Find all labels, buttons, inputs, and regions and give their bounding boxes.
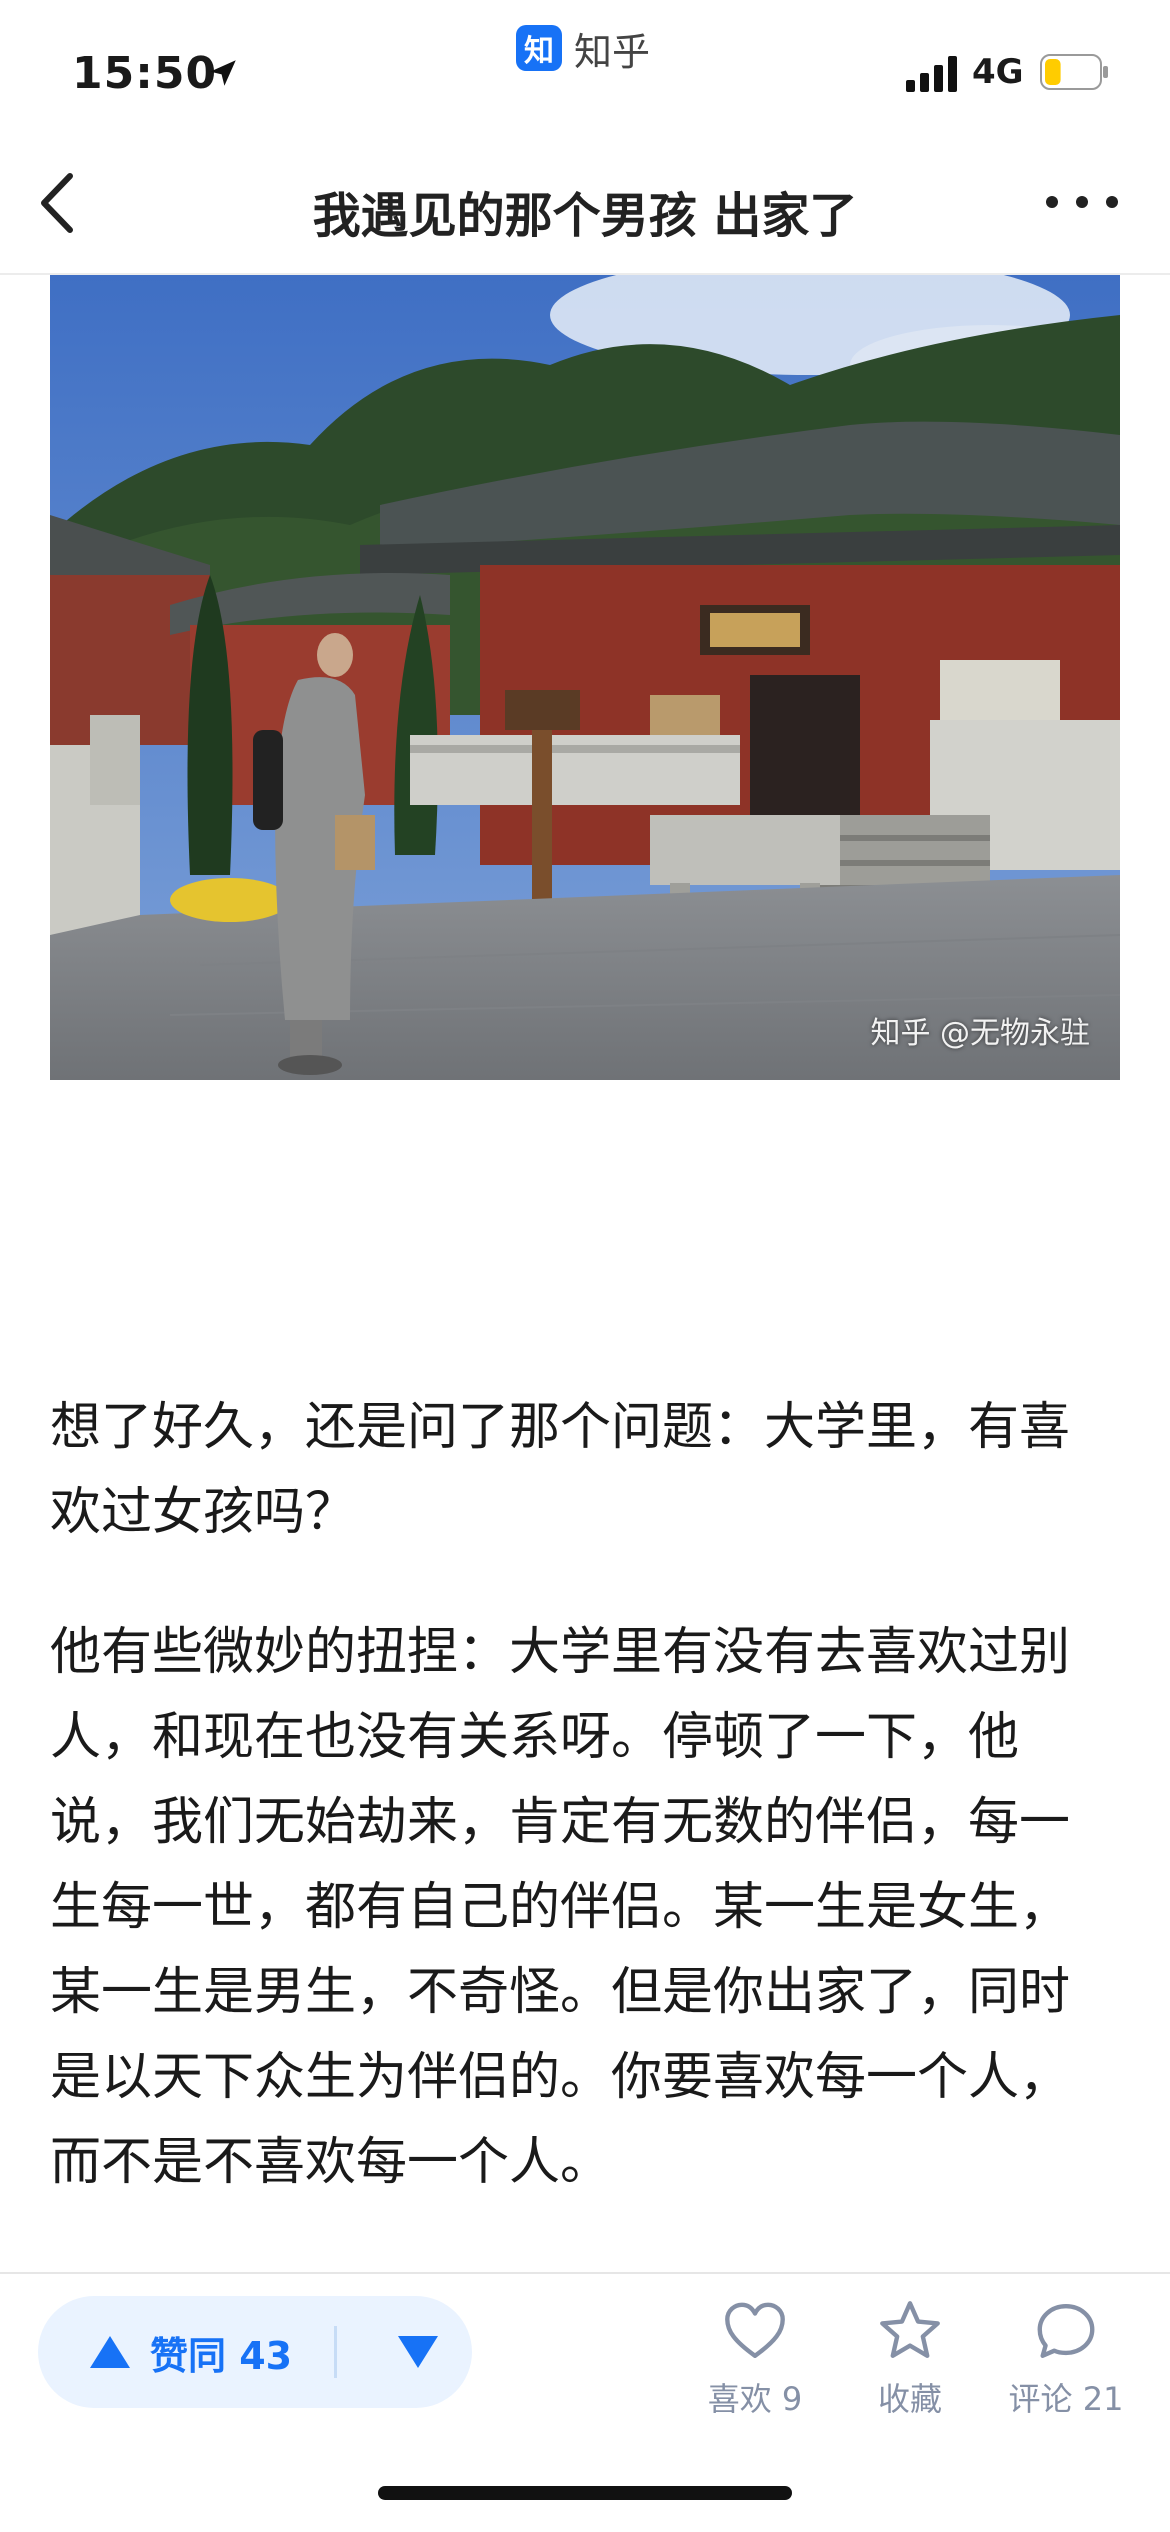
nav-bar: 我遇见的那个男孩 出家了 (0, 130, 1170, 275)
article-paragraph: 他有些微妙的扭捏：大学里有没有去喜欢过别人，和现在也没有关系呀。停顿了一下，他说… (50, 1623, 1071, 2192)
back-chevron-icon[interactable] (34, 170, 84, 236)
article-paragraph: 想了好久，还是问了那个问题：大学里，有喜欢过女孩吗？ (50, 1398, 1071, 1542)
comment-button[interactable]: 评论 21 (996, 2296, 1136, 2420)
heart-icon (725, 2302, 785, 2358)
temple-photo-image (50, 275, 1120, 1080)
page-title: 我遇见的那个男孩 出家了 (312, 188, 858, 244)
signal-icon (906, 56, 957, 92)
vote-control: 赞同 43 (38, 2296, 472, 2408)
vote-divider (334, 2326, 337, 2378)
downvote-button[interactable] (382, 2296, 454, 2408)
article-photo[interactable]: 知乎 @无物永驻 (50, 275, 1120, 1080)
page: 15:50 知 知乎 4G 我遇见的那个男孩 出家了 知乎 @无物永驻 想了好久… (0, 0, 1170, 2532)
collect-button[interactable]: 收藏 (840, 2296, 980, 2420)
downvote-triangle-icon (398, 2336, 438, 2368)
photo-watermark: 知乎 @无物永驻 (870, 1016, 1090, 1051)
location-arrow-icon (210, 60, 236, 86)
comment-label: 评论 21 (1008, 2380, 1124, 2418)
network-type: 4G (972, 52, 1024, 92)
comment-bubble-icon (1037, 2304, 1095, 2358)
upvote-label: 赞同 43 (150, 2333, 293, 2378)
star-icon (880, 2301, 940, 2358)
upvote-button[interactable]: 赞同 43 (38, 2296, 292, 2408)
more-options-icon[interactable] (1046, 196, 1118, 212)
status-time: 15:50 (72, 48, 218, 99)
like-button[interactable]: 喜欢 9 (685, 2296, 825, 2420)
like-label: 喜欢 9 (707, 2380, 803, 2418)
app-name: 知乎 (574, 29, 651, 74)
zhihu-logo-icon: 知 (516, 25, 562, 71)
app-indicator[interactable]: 知 知乎 (516, 22, 650, 74)
status-bar: 15:50 知 知乎 4G (0, 0, 1170, 130)
upvote-triangle-icon (90, 2336, 130, 2368)
collect-label: 收藏 (877, 2380, 942, 2418)
article-body: 想了好久，还是问了那个问题：大学里，有喜欢过女孩吗？ 他有些微妙的扭捏：大学里有… (50, 1385, 1120, 2260)
home-indicator[interactable] (378, 2486, 792, 2500)
battery-icon (1040, 54, 1108, 90)
